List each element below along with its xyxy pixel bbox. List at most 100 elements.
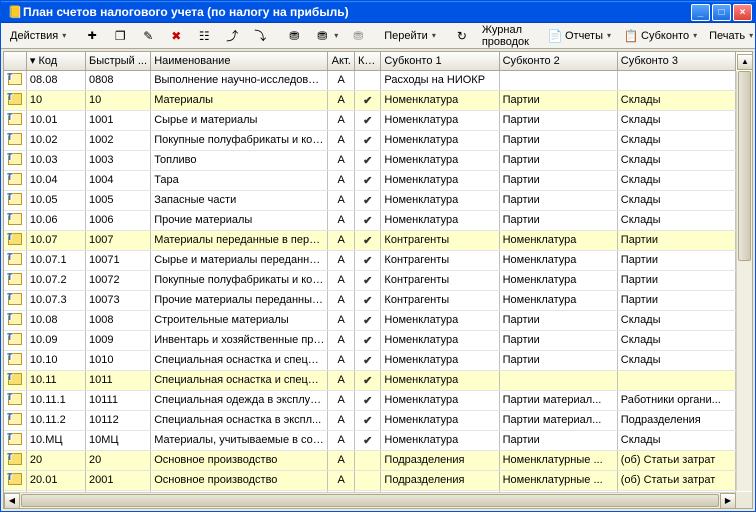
cell-qty[interactable]: ✔ [354, 191, 380, 211]
cell-code[interactable]: 10.09 [26, 331, 85, 351]
cell-s1[interactable]: Номенклатура [381, 431, 499, 451]
cell-s2[interactable]: Номенклатурные ... [499, 471, 617, 491]
cell-s2[interactable]: Партии [499, 131, 617, 151]
cell-name[interactable]: Специальная оснастка и специа... [151, 371, 328, 391]
table-row[interactable]: 10.07.310073Прочие материалы переданные … [4, 291, 736, 311]
cell-fast[interactable]: 20 [85, 451, 150, 471]
col-s1[interactable]: Субконто 1 [381, 52, 499, 70]
print-menu[interactable]: Печать [704, 25, 756, 47]
cell-code[interactable]: 10.11 [26, 371, 85, 391]
cell-name[interactable]: Тара [151, 171, 328, 191]
table-row[interactable]: 20.012001Основное производствоАПодраздел… [4, 471, 736, 491]
cell-name[interactable]: Покупные полуфабрикаты и ком... [151, 271, 328, 291]
cell-qty[interactable]: ✔ [354, 151, 380, 171]
cell-s2[interactable]: Номенклатура [499, 251, 617, 271]
cell-s1[interactable]: Номенклатура [381, 391, 499, 411]
cell-fast[interactable]: 1003 [85, 151, 150, 171]
cell-act[interactable]: А [328, 431, 354, 451]
scroll-thumb-h[interactable] [21, 494, 719, 507]
cell-s3[interactable]: Склады [617, 131, 735, 151]
cell-name[interactable]: Запасные части [151, 191, 328, 211]
cell-s2[interactable]: Партии [499, 331, 617, 351]
cell-act[interactable]: А [328, 291, 354, 311]
cell-fast[interactable]: 1011 [85, 371, 150, 391]
cell-code[interactable]: 10.06 [26, 211, 85, 231]
move-down-button[interactable]: ⤵ [247, 25, 273, 47]
cell-fast[interactable]: 1009 [85, 331, 150, 351]
reports-menu[interactable]: 📄Отчеты [542, 25, 616, 47]
cell-name[interactable]: Специальная оснастка в экспл... [151, 411, 328, 431]
cell-code[interactable]: 10 [26, 91, 85, 111]
titlebar[interactable]: 📒 План счетов налогового учета (по налог… [1, 1, 755, 23]
hierarchy-button[interactable]: ☷ [191, 25, 217, 47]
cell-qty[interactable]: ✔ [354, 291, 380, 311]
cell-name[interactable]: Основное производство [151, 451, 328, 471]
cell-qty[interactable]: ✔ [354, 331, 380, 351]
cell-s1[interactable]: Номенклатура [381, 311, 499, 331]
cell-s1[interactable]: Подразделения [381, 471, 499, 491]
cell-act[interactable]: А [328, 391, 354, 411]
cell-s2[interactable]: Партии [499, 211, 617, 231]
cell-s3[interactable]: Подразделения [617, 411, 735, 431]
cell-s1[interactable]: Номенклатура [381, 131, 499, 151]
cell-s2[interactable]: Партии [499, 311, 617, 331]
cell-qty[interactable] [354, 471, 380, 491]
cell-s1[interactable]: Номенклатура [381, 111, 499, 131]
cell-code[interactable]: 10.03 [26, 151, 85, 171]
cell-s3[interactable]: Склады [617, 151, 735, 171]
cell-s3[interactable]: Склады [617, 351, 735, 371]
cell-s3[interactable]: Склады [617, 211, 735, 231]
cell-qty[interactable]: ✔ [354, 271, 380, 291]
cell-s3[interactable]: Партии [617, 251, 735, 271]
cell-act[interactable]: А [328, 71, 354, 91]
cell-code[interactable]: 10.07.1 [26, 251, 85, 271]
cell-name[interactable]: Сырье и материалы [151, 111, 328, 131]
scroll-up-button[interactable]: ▲ [737, 54, 753, 70]
move-up-button[interactable]: ⤴ [219, 25, 245, 47]
cell-qty[interactable]: ✔ [354, 371, 380, 391]
cell-code[interactable]: 10.01 [26, 111, 85, 131]
cell-code[interactable]: 08.08 [26, 71, 85, 91]
cell-act[interactable]: А [328, 311, 354, 331]
cell-fast[interactable]: 1008 [85, 311, 150, 331]
table-row[interactable]: 2020Основное производствоАПодразделенияН… [4, 451, 736, 471]
cell-s1[interactable]: Номенклатура [381, 211, 499, 231]
cell-qty[interactable]: ✔ [354, 171, 380, 191]
cell-s2[interactable]: Партии материал... [499, 391, 617, 411]
table-row[interactable]: 10.111011Специальная оснастка и специа..… [4, 371, 736, 391]
cell-s1[interactable]: Контрагенты [381, 271, 499, 291]
cell-fast[interactable]: 1010 [85, 351, 150, 371]
cell-s3[interactable]: (об) Статьи затрат [617, 451, 735, 471]
cell-s3[interactable]: Склады [617, 311, 735, 331]
edit-button[interactable]: ✎ [135, 25, 161, 47]
table-row[interactable]: 10.031003ТопливоА✔НоменклатураПартииСкла… [4, 151, 736, 171]
cell-name[interactable]: Строительные материалы [151, 311, 328, 331]
table-row[interactable]: 10.061006Прочие материалыА✔НоменклатураП… [4, 211, 736, 231]
delete-button[interactable]: ✖ [163, 25, 189, 47]
cell-code[interactable]: 10.04 [26, 171, 85, 191]
cell-qty[interactable]: ✔ [354, 251, 380, 271]
cell-act[interactable]: А [328, 271, 354, 291]
cell-qty[interactable]: ✔ [354, 311, 380, 331]
cell-s1[interactable]: Расходы на НИОКР [381, 71, 499, 91]
col-name[interactable]: Наименование [151, 52, 328, 70]
col-fast[interactable]: Быстрый ... [85, 52, 150, 70]
cell-fast[interactable]: 1002 [85, 131, 150, 151]
cell-name[interactable]: Покупные полуфабрикаты и ком... [151, 131, 328, 151]
vertical-scrollbar[interactable]: ▲ ▼ [736, 71, 752, 491]
cell-name[interactable]: Материалы [151, 91, 328, 111]
subkonto-menu[interactable]: 📋Субконто [618, 25, 702, 47]
refresh-button[interactable]: ↻ [449, 25, 475, 47]
scroll-left-button[interactable]: ◀ [4, 493, 20, 509]
table-row[interactable]: 10.11.110111Специальная одежда в эксплуа… [4, 391, 736, 411]
table-row[interactable]: 10.021002Покупные полуфабрикаты и ком...… [4, 131, 736, 151]
cell-name[interactable]: Материалы переданные в перер... [151, 231, 328, 251]
cell-act[interactable]: А [328, 211, 354, 231]
cell-s3[interactable]: (об) Статьи затрат [617, 471, 735, 491]
journal-button[interactable]: Журнал проводок [477, 25, 534, 47]
table-row[interactable]: 1010МатериалыА✔НоменклатураПартииСклады [4, 91, 736, 111]
cell-name[interactable]: Специальная оснастка и специа... [151, 351, 328, 371]
cell-act[interactable]: А [328, 451, 354, 471]
cell-s3[interactable]: Партии [617, 271, 735, 291]
cell-fast[interactable]: 1001 [85, 111, 150, 131]
